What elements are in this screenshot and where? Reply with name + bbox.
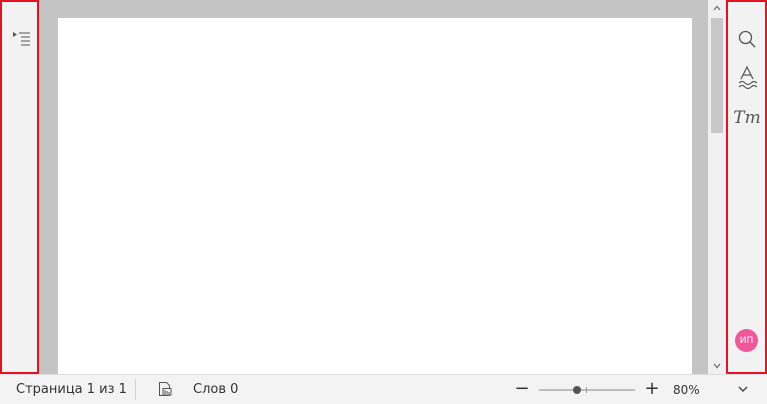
zoom-slider-thumb[interactable] [573, 386, 582, 394]
chevron-down-icon [738, 386, 748, 392]
text-style-icon: Tт [733, 108, 761, 128]
user-avatar[interactable]: ИП [735, 329, 758, 352]
left-sidebar [0, 0, 39, 374]
document-stats-button[interactable] [157, 381, 173, 397]
document-page[interactable] [58, 18, 692, 374]
zoom-in-button[interactable]: + [644, 378, 660, 400]
zoom-menu-button[interactable] [736, 381, 750, 397]
chevron-down-icon [713, 363, 721, 369]
zoom-out-button[interactable]: − [514, 378, 530, 400]
document-canvas[interactable] [39, 0, 708, 374]
text-style-button[interactable]: Tт [733, 106, 761, 130]
zoom-slider[interactable] [539, 386, 635, 394]
vertical-scrollbar[interactable] [708, 0, 726, 374]
right-sidebar: Tт ИП [726, 0, 767, 374]
scroll-up-button[interactable] [708, 0, 726, 16]
scroll-down-button[interactable] [708, 358, 726, 374]
status-divider [135, 379, 136, 400]
navigation-pane-button[interactable] [10, 28, 32, 50]
zoom-level-label[interactable]: 80% [673, 383, 700, 397]
search-button[interactable] [735, 27, 759, 51]
text-format-button[interactable] [735, 65, 759, 89]
document-editor-window: Tт ИП Страница 1 из 1 Слов 0 − + 80% [0, 0, 767, 404]
word-count-label[interactable]: Слов 0 [193, 382, 238, 397]
document-stats-icon [159, 382, 172, 396]
chevron-up-icon [713, 5, 721, 11]
page-count-label[interactable]: Страница 1 из 1 [16, 382, 127, 397]
status-bar: Страница 1 из 1 Слов 0 − + 80% [0, 374, 767, 404]
text-format-icon [738, 65, 757, 89]
navigation-pane-icon [13, 32, 30, 46]
zoom-slider-center-tick [586, 387, 587, 393]
search-icon [738, 30, 756, 48]
scrollbar-thumb[interactable] [711, 18, 723, 133]
